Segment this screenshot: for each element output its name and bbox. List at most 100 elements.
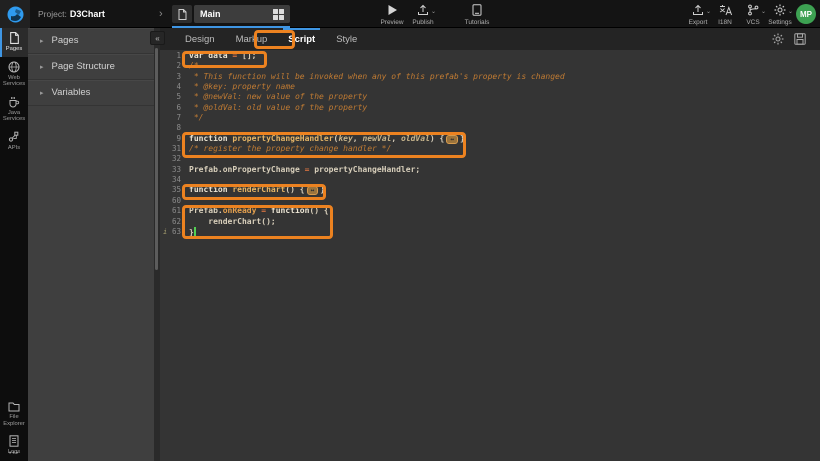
code-token: oldVal: [401, 134, 430, 143]
sidebar-section-variables[interactable]: ▸ Variables: [28, 80, 154, 106]
java-services-cup-icon: [8, 96, 20, 108]
code-line[interactable]: 4 * @key: property name: [160, 82, 820, 92]
publish-button[interactable]: ⌄ Publish: [406, 3, 440, 26]
line-number: 1: [160, 51, 186, 61]
sidebar-splitter[interactable]: [154, 28, 160, 461]
code-token: * @newVal: new value of the property: [189, 92, 367, 101]
line-number: i63: [160, 227, 186, 237]
expand-arrow-icon: ▸: [40, 37, 44, 45]
code-line[interactable]: 60: [160, 196, 820, 206]
code-token: function: [189, 134, 232, 143]
sidebar-scrollbar-thumb[interactable]: [155, 48, 158, 270]
code-token: /*: [189, 61, 199, 70]
code-line[interactable]: 34: [160, 175, 820, 185]
tab-markup[interactable]: Markup: [234, 30, 270, 49]
line-number: 60: [160, 196, 186, 206]
code-line[interactable]: 2/*: [160, 61, 820, 71]
rail-item-file-explorer[interactable]: File Explorer: [0, 397, 28, 431]
page-tab-label: Main: [200, 9, 273, 19]
tab-script[interactable]: Script: [286, 30, 317, 49]
code-text: [186, 196, 189, 206]
script-code-editor[interactable]: 1var data = [];2/*3 * This function will…: [160, 50, 820, 461]
code-line[interactable]: 7 */: [160, 113, 820, 123]
open-page-tab-main[interactable]: Main: [194, 5, 290, 23]
save-icon[interactable]: [794, 33, 806, 45]
tutorials-button[interactable]: Tutorials: [458, 3, 496, 26]
rail-more-button[interactable]: •••: [0, 450, 28, 457]
code-line[interactable]: 3 * This function will be invoked when a…: [160, 72, 820, 82]
code-token: function: [189, 185, 232, 194]
apis-icon: [8, 131, 20, 143]
code-line[interactable]: 35function renderChart() {↔}: [160, 185, 820, 195]
tab-style[interactable]: Style: [334, 30, 359, 49]
code-text: Prefab.onPropertyChange = propertyChange…: [186, 165, 420, 175]
line-number: 32: [160, 154, 186, 164]
code-token: newVal: [362, 134, 391, 143]
code-token: var data: [189, 51, 232, 60]
settings-button[interactable]: ⌄ Settings: [764, 3, 796, 26]
code-line[interactable]: 31/* register the property change handle…: [160, 144, 820, 154]
code-line[interactable]: 62 renderChart();: [160, 217, 820, 227]
rail-item-pages[interactable]: Pages: [0, 28, 28, 57]
fold-indicator-icon[interactable]: ‹: [182, 134, 186, 144]
code-token: }: [320, 185, 325, 194]
sidebar-section-page-structure[interactable]: ▸ Page Structure: [28, 54, 154, 80]
code-token: ) {: [430, 134, 444, 143]
code-line[interactable]: 1var data = [];: [160, 51, 820, 61]
code-text: * @newVal: new value of the property: [186, 92, 367, 102]
folded-code-widget[interactable]: ↔: [307, 186, 319, 195]
line-number: 8: [160, 123, 186, 133]
rail-item-apis[interactable]: APIs: [0, 127, 28, 156]
wavemaker-logo[interactable]: [0, 0, 30, 28]
project-breadcrumb: Project: D3Chart: [38, 0, 105, 28]
expand-arrow-icon: ▸: [40, 89, 44, 97]
code-token: /* register the property change handler …: [189, 144, 391, 153]
line-number: 7: [160, 113, 186, 123]
logs-document-icon: [9, 435, 19, 447]
folded-code-widget[interactable]: ↔: [446, 135, 458, 144]
i18n-translate-icon: [719, 4, 732, 16]
export-caret-icon: ⌄: [706, 8, 711, 15]
code-line[interactable]: 61‹Prefab.onReady = function() {: [160, 206, 820, 216]
code-line[interactable]: 6 * @oldVal: old value of the property: [160, 103, 820, 113]
code-line[interactable]: 5 * @newVal: new value of the property: [160, 92, 820, 102]
line-number: 31: [160, 144, 186, 154]
rail-item-java-services[interactable]: Java Services: [0, 92, 28, 127]
code-lines: 1var data = [];2/*3 * This function will…: [160, 50, 820, 237]
grid-layout-icon[interactable]: [273, 9, 284, 20]
page-icon-button[interactable]: [172, 5, 192, 23]
page-icon: [178, 9, 187, 20]
code-token: () {: [285, 185, 304, 194]
export-icon: [692, 4, 704, 16]
line-number: 3: [160, 72, 186, 82]
code-token: =: [305, 165, 315, 174]
rail-item-web-services[interactable]: Web Services: [0, 57, 28, 92]
sidebar-section-pages[interactable]: ▸ Pages: [28, 28, 154, 54]
code-line[interactable]: i63}: [160, 227, 820, 237]
line-number: 61‹: [160, 206, 186, 216]
code-token: */: [189, 113, 203, 122]
user-avatar[interactable]: MP: [796, 4, 816, 24]
pages-sidebar-panel: ▸ Pages ▸ Page Structure ▸ Variables: [28, 28, 154, 461]
play-icon: [387, 4, 398, 16]
vcs-button[interactable]: ⌄ VCS: [740, 3, 766, 26]
publish-upload-icon: [417, 4, 429, 16]
fold-indicator-icon[interactable]: ‹: [182, 206, 186, 216]
script-settings-gear-icon[interactable]: [772, 33, 784, 45]
vcs-branch-icon: [747, 4, 759, 16]
code-line[interactable]: 9‹function propertyChangeHandler(key, ne…: [160, 134, 820, 144]
code-text: /* register the property change handler …: [186, 144, 391, 154]
code-line[interactable]: 32: [160, 154, 820, 164]
code-text: * @key: property name: [186, 82, 295, 92]
tab-design[interactable]: Design: [183, 30, 217, 49]
sidebar-collapse-button[interactable]: «: [150, 31, 165, 45]
i18n-button[interactable]: I18N: [712, 3, 738, 26]
active-page-underline: [172, 26, 290, 28]
code-text: */: [186, 113, 203, 123]
export-button[interactable]: ⌄ Export: [682, 3, 714, 26]
project-label: Project:: [38, 9, 67, 19]
preview-button[interactable]: Preview: [376, 3, 408, 26]
code-line[interactable]: 33Prefab.onPropertyChange = propertyChan…: [160, 165, 820, 175]
expand-arrow-icon: ▸: [40, 63, 44, 71]
code-line[interactable]: 8: [160, 123, 820, 133]
